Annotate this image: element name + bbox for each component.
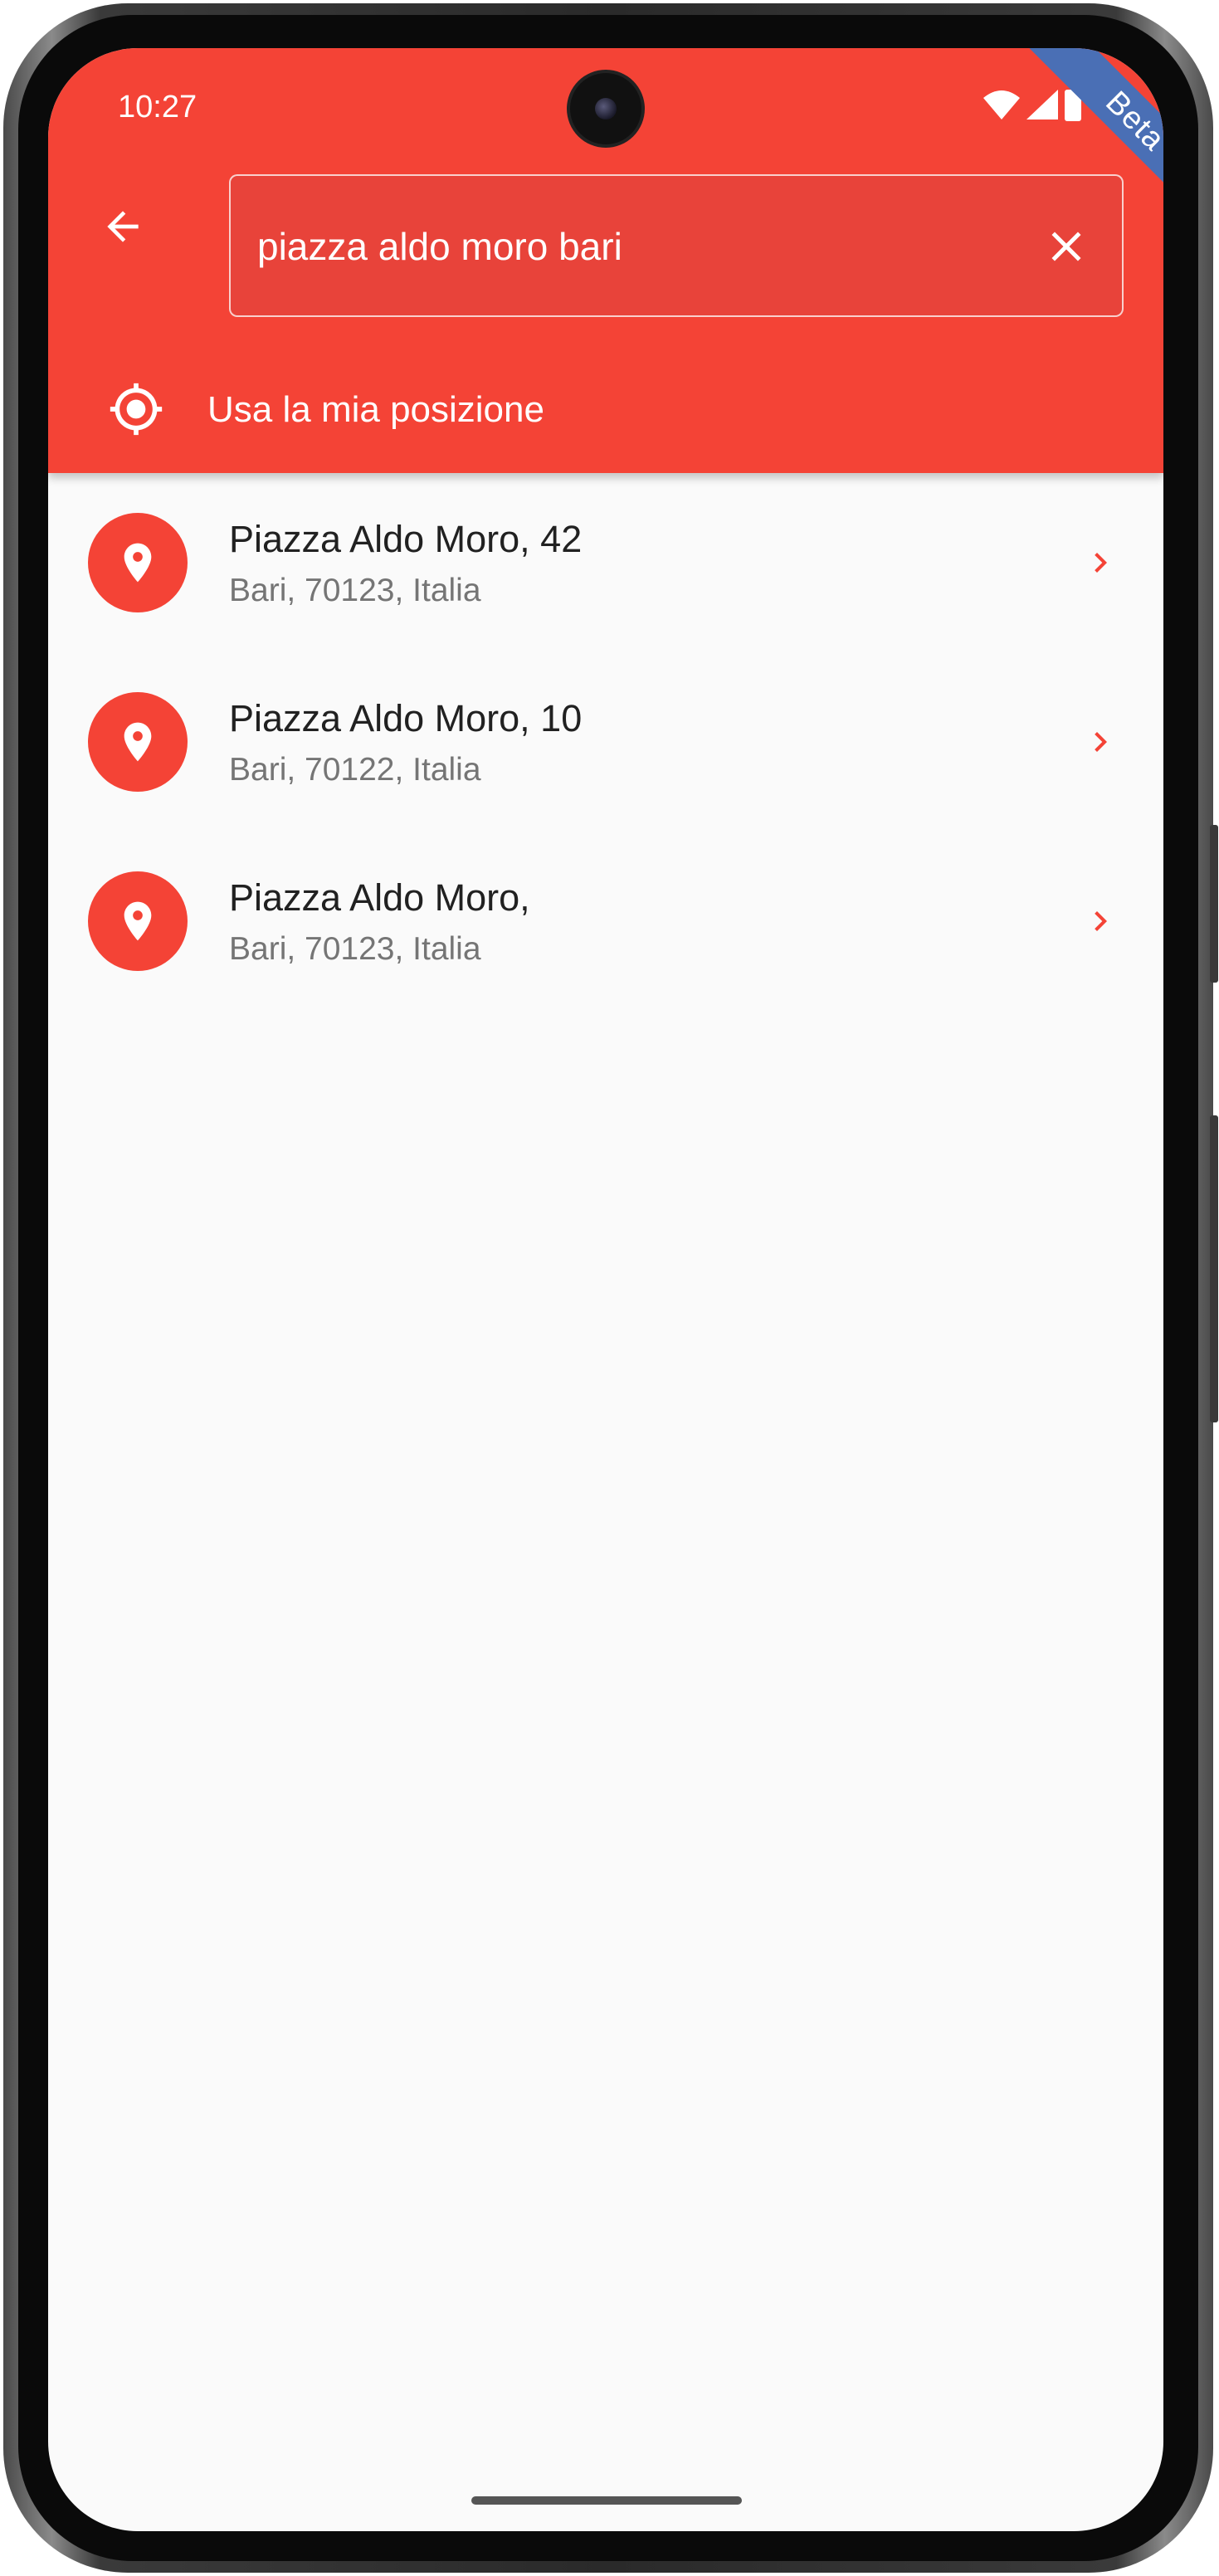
location-pin-icon xyxy=(124,543,152,583)
use-my-location-button[interactable]: Usa la mia posizione xyxy=(48,359,1163,459)
close-icon xyxy=(1051,232,1081,261)
volume-button xyxy=(1210,825,1218,983)
list-item[interactable]: Piazza Aldo Moro, 42 Bari, 70123, Italia xyxy=(48,473,1163,652)
result-subtitle: Bari, 70123, Italia xyxy=(229,573,481,608)
power-button xyxy=(1210,1115,1218,1422)
status-time: 10:27 xyxy=(118,90,197,124)
chevron-right-icon xyxy=(1075,896,1125,946)
result-title: Piazza Aldo Moro, 10 xyxy=(229,697,583,739)
arrow-left-icon xyxy=(107,211,139,242)
clear-search-button[interactable] xyxy=(1029,209,1104,284)
home-indicator[interactable] xyxy=(471,2496,742,2505)
search-field[interactable] xyxy=(229,174,1124,317)
search-input[interactable] xyxy=(257,209,1004,284)
pin-avatar xyxy=(88,692,188,792)
list-item[interactable]: Piazza Aldo Moro, Bari, 70123, Italia xyxy=(48,832,1163,1011)
front-camera xyxy=(570,73,641,144)
search-app-bar: 10:27 Usa la mia posizione xyxy=(48,48,1163,473)
location-pin-icon xyxy=(124,722,152,762)
chevron-right-icon xyxy=(1075,538,1125,588)
gps-target-icon xyxy=(110,383,163,436)
signal-icon xyxy=(1026,90,1058,120)
result-title: Piazza Aldo Moro, 42 xyxy=(229,518,583,560)
status-icons xyxy=(983,90,1081,121)
pin-avatar xyxy=(88,871,188,971)
result-title: Piazza Aldo Moro, xyxy=(229,876,530,919)
result-subtitle: Bari, 70122, Italia xyxy=(229,752,481,788)
location-pin-icon xyxy=(124,901,152,941)
wifi-icon xyxy=(983,90,1020,120)
phone-screen: 10:27 Usa la mia posizione xyxy=(48,48,1163,2531)
use-my-location-label: Usa la mia posizione xyxy=(207,389,544,430)
pin-avatar xyxy=(88,513,188,612)
list-item[interactable]: Piazza Aldo Moro, 10 Bari, 70122, Italia xyxy=(48,652,1163,832)
result-subtitle: Bari, 70123, Italia xyxy=(229,931,481,967)
back-button[interactable] xyxy=(90,193,156,260)
chevron-right-icon xyxy=(1075,717,1125,767)
